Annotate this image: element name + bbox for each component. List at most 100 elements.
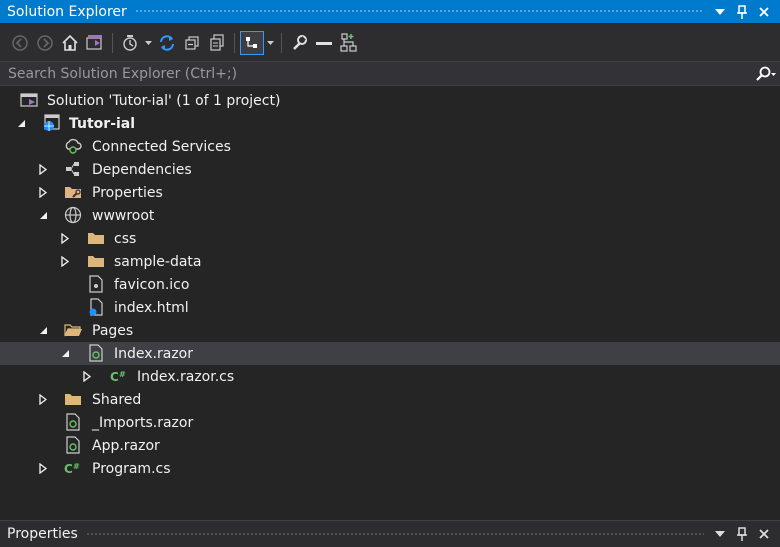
tree-item-label: Tutor-ial [69,115,136,132]
tree-item[interactable]: Properties [0,181,780,204]
filter-dropdown-icon[interactable] [144,32,152,54]
tree-item[interactable]: sample-data [0,250,780,273]
razor-file-icon [64,413,82,431]
pin-icon[interactable] [734,4,750,20]
tree-item-label: Program.cs [92,460,171,477]
folder-icon [64,390,82,408]
collapsed-arrow-icon[interactable] [60,232,70,244]
properties-titlebar-grip[interactable] [85,531,704,537]
pin-icon[interactable] [734,526,750,542]
tree-item[interactable]: App.razor [0,434,780,457]
tree-item[interactable]: Dependencies [0,158,780,181]
tree-item[interactable]: Tutor-ial [0,112,780,135]
preview-selected-icon[interactable] [240,30,264,55]
preview-dropdown-icon[interactable] [266,32,274,54]
tree-item-label: css [114,230,137,247]
expanded-arrow-icon[interactable] [38,210,48,220]
folder-icon [87,229,105,247]
collapsed-arrow-icon[interactable] [38,186,48,198]
solution-explorer-toolbar [0,24,780,61]
razor-file-icon [64,436,82,454]
properties-icon[interactable] [288,32,310,54]
minus-icon[interactable] [313,32,335,54]
toolbar-separator [281,32,282,53]
titlebar-grip[interactable] [134,9,704,14]
properties-panel-title: Properties [7,526,78,542]
toolbar-separator [234,32,235,53]
home-icon[interactable] [59,32,81,54]
tree-item[interactable]: wwwroot [0,204,780,227]
show-all-files-icon[interactable] [206,32,228,54]
tree-item[interactable]: Index.razor [0,342,780,365]
expanded-arrow-icon[interactable] [60,348,70,358]
expanded-arrow-icon[interactable] [16,118,26,128]
collapsed-arrow-icon[interactable] [60,255,70,267]
csharp-file-icon: C # [110,367,128,385]
tree-item-label: Properties [92,184,163,201]
tree-item[interactable]: Connected Services [0,135,780,158]
tree-item[interactable]: favicon.ico [0,273,780,296]
collapsed-arrow-icon[interactable] [38,462,48,474]
tree-item-label: Pages [92,322,134,339]
tree-item[interactable]: Solution 'Tutor-ial' (1 of 1 project) [0,89,780,112]
tree-item-label: _Imports.razor [92,414,194,431]
panel-title: Solution Explorer [7,3,127,20]
tree-item-label: index.html [114,299,189,316]
tree-item-label: wwwroot [92,207,155,224]
web-project-icon [42,114,60,132]
tree-item-label: Index.razor [114,345,193,362]
toolbar-separator [112,32,113,53]
tree-item[interactable]: C # Index.razor.cs [0,365,780,388]
folder-open-icon [64,321,82,339]
image-file-icon [87,275,105,293]
search-bar [0,61,780,86]
close-icon[interactable] [756,526,772,542]
tree-item-label: App.razor [92,437,160,454]
tree-item-label: sample-data [114,253,202,270]
tree-item-label: Solution 'Tutor-ial' (1 of 1 project) [47,92,281,109]
globe-icon [64,206,82,224]
sync-icon[interactable] [156,32,178,54]
tree-item[interactable]: Shared [0,388,780,411]
search-input[interactable] [0,64,752,83]
code-map-icon[interactable] [338,32,360,54]
pending-changes-filter-icon[interactable] [119,32,141,54]
properties-titlebar[interactable]: Properties [0,520,780,547]
dependencies-icon [64,160,82,178]
collapsed-arrow-icon[interactable] [82,370,92,382]
window-position-dropdown-icon[interactable] [712,4,728,20]
properties-folder-icon [64,183,82,201]
window-position-dropdown-icon[interactable] [712,526,728,542]
close-icon[interactable] [756,4,772,20]
razor-file-icon [87,344,105,362]
svg-text:#: # [119,370,126,379]
vs-switch-views-icon[interactable] [84,32,106,54]
html-file-icon [87,298,105,316]
solution-explorer-titlebar[interactable]: Solution Explorer [0,0,780,23]
collapsed-arrow-icon[interactable] [38,163,48,175]
solution-tree: Solution 'Tutor-ial' (1 of 1 project) Tut… [0,89,780,480]
svg-text:C: C [110,370,119,383]
tree-item[interactable]: _Imports.razor [0,411,780,434]
svg-text:#: # [73,462,80,471]
collapsed-arrow-icon[interactable] [38,393,48,405]
tree-item[interactable]: C # Program.cs [0,457,780,480]
search-icon[interactable] [752,62,780,85]
tree-item-label: Shared [92,391,142,408]
expanded-arrow-icon[interactable] [38,325,48,335]
tree-item-label: Connected Services [92,138,231,155]
tree-item[interactable]: Pages [0,319,780,342]
tree-item[interactable]: index.html [0,296,780,319]
svg-text:C: C [64,462,73,475]
folder-icon [87,252,105,270]
connected-services-icon [64,137,82,155]
forward-icon[interactable] [34,32,56,54]
tree-item[interactable]: css [0,227,780,250]
tree-item-label: Dependencies [92,161,192,178]
back-icon[interactable] [9,32,31,54]
solution-icon [20,91,38,109]
tree-item-label: favicon.ico [114,276,190,293]
tree-item-label: Index.razor.cs [137,368,235,385]
csharp-file-icon: C # [64,459,82,477]
collapse-all-icon[interactable] [181,32,203,54]
